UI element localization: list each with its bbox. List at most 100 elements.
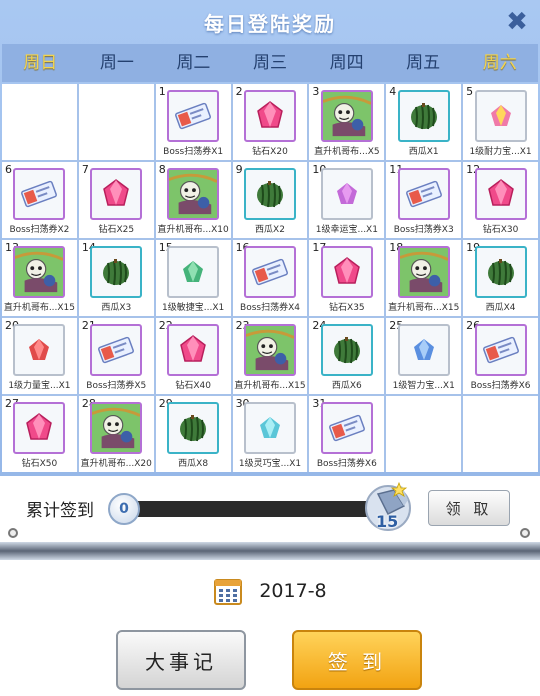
hinge-left-top [8, 528, 18, 538]
reward-cell-day-18[interactable]: 18 直升机哥布...X15 [386, 240, 462, 316]
reward-cell-day-9[interactable]: 9 西瓜X2 [232, 162, 308, 238]
date-display: 2017-8 [0, 560, 540, 622]
ticket-icon [13, 168, 66, 220]
day-number: 5 [466, 85, 474, 98]
watermelon-icon [474, 246, 527, 298]
day-number: 8 [158, 163, 166, 176]
gem-green-icon [167, 246, 220, 298]
close-icon[interactable]: ✖ [504, 9, 530, 36]
day-number: 2 [235, 85, 243, 98]
weekday-sun: 周日 [23, 53, 58, 73]
current-month: 2017-8 [259, 580, 327, 602]
reward-cell-day-13[interactable]: 13 直升机哥布...X15 [2, 240, 77, 316]
watermelon-icon [90, 246, 143, 298]
day-number: 9 [235, 163, 243, 176]
reward-cell-day-17[interactable]: 17 钻石X35 [309, 240, 385, 316]
watermelon-icon [397, 90, 450, 142]
reward-label: 1级耐力宝...X1 [469, 147, 532, 157]
reward-cell-day-23[interactable]: 23 直升机哥布...X15 [232, 318, 308, 394]
empty-cell [463, 396, 538, 472]
reward-cell-day-19[interactable]: 19 西瓜X4 [463, 240, 538, 316]
reward-label: 钻石X40 [175, 381, 211, 391]
reward-cell-day-3[interactable]: 3 直升机哥布...X5 [309, 84, 385, 160]
reward-cell-day-24[interactable]: 24 西瓜X6 [309, 318, 385, 394]
reward-label: 1级灵巧宝...X1 [238, 459, 302, 469]
bottom-actions: 大事记 签 到 [0, 622, 540, 696]
weekday-thu: 周四 [329, 53, 364, 73]
reward-label: Boss扫荡券X5 [86, 381, 147, 391]
reward-cell-day-27[interactable]: 27 钻石X50 [2, 396, 77, 472]
reward-label: 钻石X25 [98, 225, 135, 235]
panel-title: 每日登陆奖励 [204, 11, 336, 36]
reward-cell-day-22[interactable]: 22 钻石X40 [155, 318, 231, 394]
weekday-tue: 周二 [176, 53, 211, 73]
calendar-icon [214, 579, 243, 605]
hinge-right-top [520, 528, 530, 538]
reward-cell-day-16[interactable]: 16 Boss扫荡券X4 [232, 240, 308, 316]
reward-cell-day-8[interactable]: 8 直升机哥布...X10 [155, 162, 231, 238]
events-button[interactable]: 大事记 [116, 630, 246, 690]
day-number: 7 [81, 163, 89, 176]
day-number: 4 [389, 85, 397, 98]
ticket-icon [397, 168, 450, 220]
reward-cell-day-7[interactable]: 7 钻石X25 [78, 162, 154, 238]
reward-label: 1级敏捷宝...X1 [162, 303, 225, 313]
watermelon-icon [320, 324, 373, 376]
diamond-icon [167, 324, 220, 376]
reward-cell-day-26[interactable]: 26 Boss扫荡券X6 [463, 318, 538, 394]
ticket-icon [474, 324, 527, 376]
reward-label: 钻石X20 [252, 147, 288, 157]
reward-cell-day-12[interactable]: 12 钻石X30 [463, 162, 538, 238]
checkin-button[interactable]: 签 到 [292, 630, 422, 690]
reward-label: Boss扫荡券X3 [393, 225, 454, 235]
gem-yellow-icon [474, 90, 527, 142]
reward-label: 西瓜X3 [101, 303, 132, 313]
daily-login-panel: 每日登陆奖励 ✖ 周日 周一 周二 周三 周四 周五 周六 1 Boss扫荡券X1… [0, 0, 540, 696]
reward-cell-day-4[interactable]: 4 西瓜X1 [386, 84, 462, 160]
weekday-wed: 周三 [253, 53, 288, 73]
gem-pink-icon [320, 168, 373, 220]
reward-label: 直升机哥布...X15 [234, 381, 306, 391]
day-number: 6 [5, 163, 12, 176]
reward-label: Boss扫荡券X2 [9, 225, 70, 235]
reward-cell-day-30[interactable]: 30 1级灵巧宝...X1 [232, 396, 308, 472]
weekday-fri: 周五 [406, 53, 441, 73]
reward-cell-day-11[interactable]: 11 Boss扫荡券X3 [386, 162, 462, 238]
ticket-icon [320, 402, 373, 454]
reward-cell-day-6[interactable]: 6 Boss扫荡券X2 [2, 162, 77, 238]
reward-label: 1级力量宝...X1 [8, 381, 71, 391]
empty-cell [78, 84, 154, 160]
reward-cell-day-21[interactable]: 21 Boss扫荡券X5 [78, 318, 154, 394]
reward-cell-day-2[interactable]: 2 钻石X20 [232, 84, 308, 160]
weekday-mon: 周一 [99, 53, 134, 73]
reward-calendar-grid: 1 Boss扫荡券X1 2 钻石X20 3 直升机哥布...X5 4 西瓜X1 5 1级耐力宝..… [2, 84, 538, 472]
watermelon-icon [243, 168, 296, 220]
watermelon-icon [167, 402, 220, 454]
claim-button[interactable]: 领 取 [428, 490, 510, 526]
ticket-icon [90, 324, 143, 376]
reward-cell-day-15[interactable]: 15 1级敏捷宝...X1 [155, 240, 231, 316]
goblin-icon [320, 90, 373, 142]
reward-label: 直升机哥布...X15 [3, 303, 76, 313]
progress-track [118, 501, 390, 517]
reward-label: 直升机哥布...X10 [157, 225, 229, 235]
reward-label: 西瓜X2 [255, 225, 285, 235]
reward-cell-day-20[interactable]: 20 1级力量宝...X1 [2, 318, 77, 394]
reward-cell-day-10[interactable]: 10 1级幸运宝...X1 [309, 162, 385, 238]
reward-cell-day-14[interactable]: 14 西瓜X3 [78, 240, 154, 316]
empty-cell [2, 84, 77, 160]
reward-cell-day-31[interactable]: 31 Boss扫荡券X6 [309, 396, 385, 472]
day-number: 1 [158, 85, 166, 98]
reward-cell-day-29[interactable]: 29 西瓜X8 [155, 396, 231, 472]
reward-cell-day-28[interactable]: 28 直升机哥布...X20 [78, 396, 154, 472]
reward-label: 直升机哥布...X20 [80, 459, 152, 469]
reward-label: 钻石X35 [329, 303, 365, 313]
goblin-icon [167, 168, 220, 220]
reward-cell-day-1[interactable]: 1 Boss扫荡券X1 [155, 84, 231, 160]
reward-label: 钻石X30 [482, 225, 519, 235]
weekday-sat: 周六 [482, 53, 517, 73]
reward-label: 西瓜X6 [331, 381, 362, 391]
reward-cell-day-25[interactable]: 25 1级智力宝...X1 [386, 318, 462, 394]
reward-cell-day-5[interactable]: 5 1级耐力宝...X1 [463, 84, 538, 160]
reward-label: 西瓜X1 [408, 147, 439, 157]
